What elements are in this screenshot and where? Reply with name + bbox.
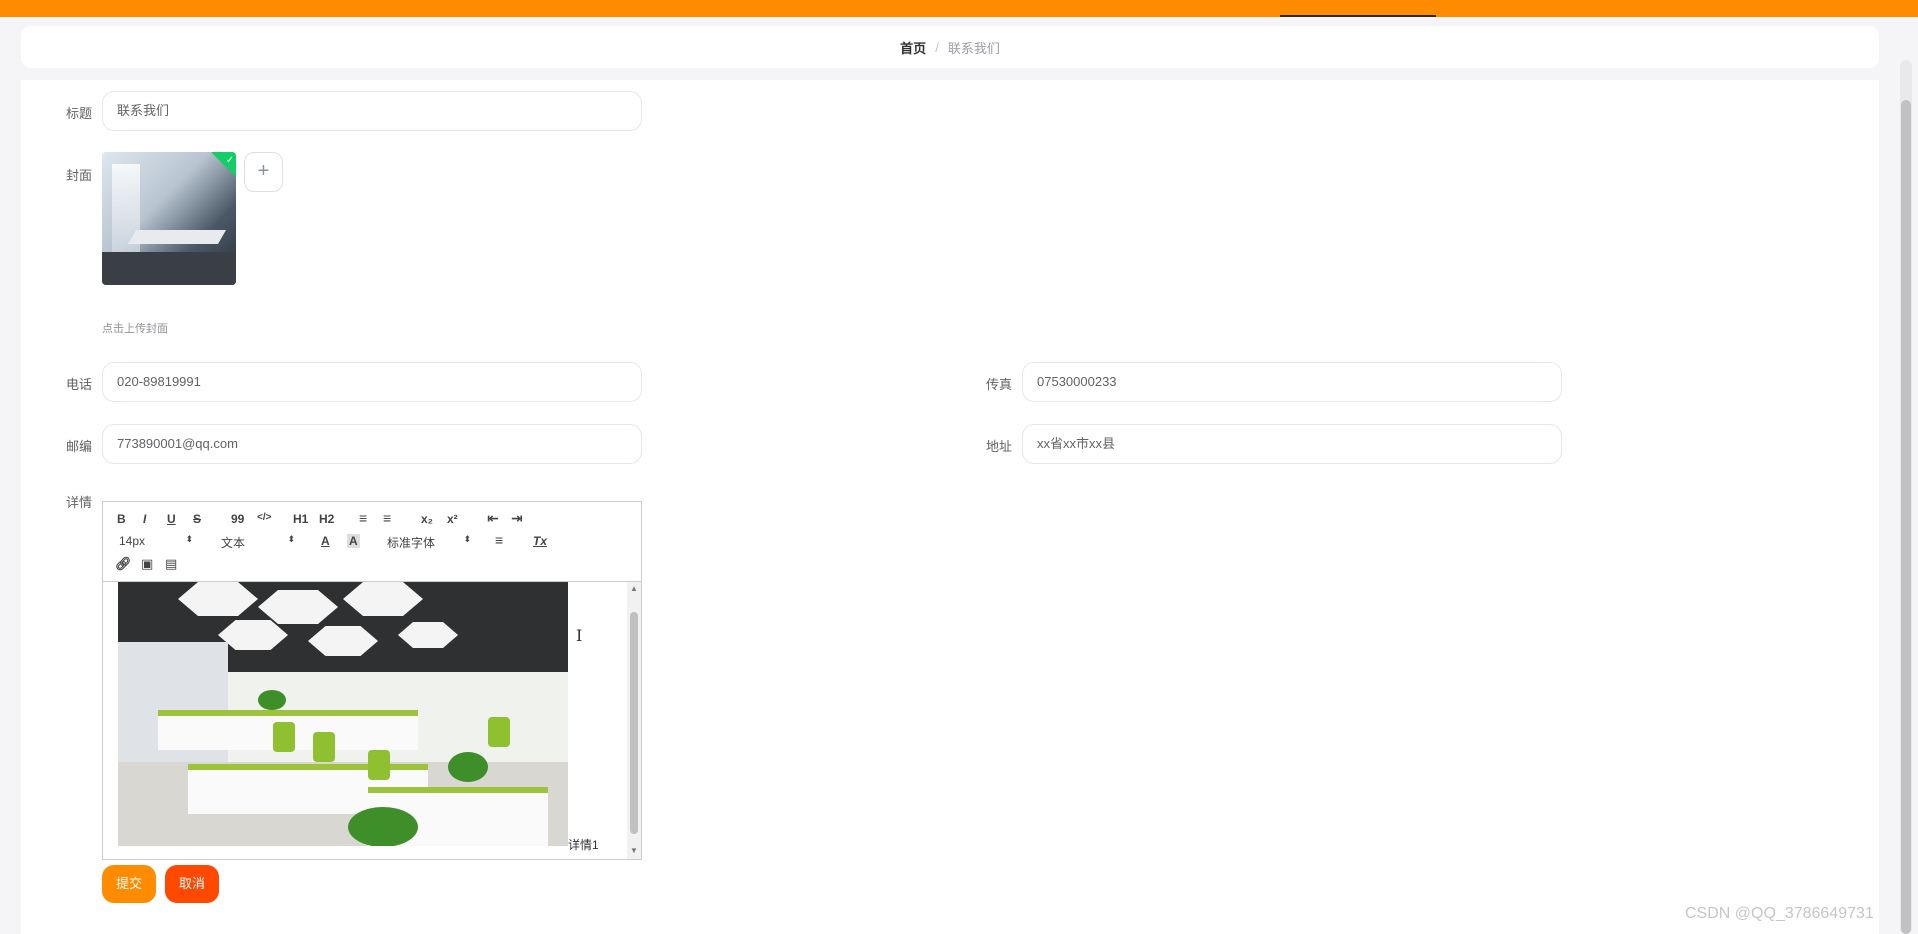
code-block-button[interactable]: </> [257,512,271,523]
watermark: CSDN @QQ_3786649731 [1685,905,1874,922]
email-input[interactable]: 773890001@qq.com [102,424,642,464]
fax-label: 传真 [985,377,1012,392]
cover-desk [127,230,227,244]
office-chair [273,722,295,752]
strike-button[interactable]: S [193,512,201,526]
image-icon[interactable]: ▣ [141,556,153,572]
top-nav-bar [0,0,1918,17]
underline-button[interactable]: U [167,512,176,526]
ordered-list-button[interactable]: ≡ [359,510,367,526]
indent-button[interactable]: ⇥ [511,510,523,527]
select-arrow-icon: ⬍ [287,534,295,544]
select-arrow-icon: ⬍ [185,534,193,544]
breadcrumb-current: 联系我们 [947,40,1000,56]
phone-input[interactable]: 020-89819991 [102,362,642,402]
header-value: 文本 [221,536,246,550]
editor-scrollbar[interactable]: ▲ ▼ [627,582,641,859]
text-cursor-icon: I [576,626,583,645]
font-family-value: 标准字体 [387,536,436,550]
font-size-value: 14px [119,534,146,548]
italic-button[interactable]: I [143,512,146,526]
clean-format-button[interactable]: Tx [533,534,547,548]
cover-image[interactable]: ✓ [102,152,236,285]
cancel-button[interactable]: 取消 [165,865,219,903]
breadcrumb-separator: / [935,39,939,55]
header-select[interactable]: 文本 ⬍ [221,534,295,550]
editor-toolbar: B I U S 99 </> H1 H2 ≡ ≡ x₂ x² ⇤ ⇥ 14px ⬍… [103,502,641,582]
scroll-up-icon[interactable]: ▲ [630,584,638,593]
page-scrollbar-thumb[interactable] [1901,100,1911,934]
office-plant [348,807,418,846]
rich-text-editor: B I U S 99 </> H1 H2 ≡ ≡ x₂ x² ⇤ ⇥ 14px ⬍… [102,501,642,860]
outdent-button[interactable]: ⇤ [487,510,499,527]
address-label: 地址 [985,439,1012,454]
office-chair [488,717,510,747]
video-icon[interactable]: ▤ [165,556,177,572]
office-chair [313,732,335,762]
breadcrumb-home[interactable]: 首页 [900,38,926,57]
editor-scrollbar-thumb[interactable] [630,612,638,834]
detail-label: 详情 [65,495,92,510]
check-icon: ✓ [225,154,235,166]
scroll-down-icon[interactable]: ▼ [630,846,638,855]
fax-input[interactable]: 07530000233 [1022,362,1562,402]
h1-button[interactable]: H1 [293,512,308,526]
link-icon[interactable]: 🔗︎ [115,556,132,572]
upload-success-badge: ✓ [210,152,236,180]
active-tab-indicator [1280,15,1436,17]
email-label: 邮编 [65,439,92,454]
select-arrow-icon: ⬍ [463,534,471,544]
subscript-button[interactable]: x₂ [421,512,433,526]
detail-text: 详情1 [568,838,599,852]
font-family-select[interactable]: 标准字体 ⬍ [387,534,471,550]
cover-label: 封面 [65,168,92,183]
align-button[interactable]: ≡ [495,532,503,548]
h2-button[interactable]: H2 [319,512,334,526]
title-input[interactable]: 联系我们 [102,91,642,131]
bullet-list-button[interactable]: ≡ [383,510,391,526]
phone-label: 电话 [65,377,92,392]
cover-hint: 点击上传封面 [102,323,168,335]
office-plant [448,752,488,782]
title-label: 标题 [65,106,92,121]
office-chair [368,750,390,780]
address-input[interactable]: xx省xx市xx县 [1022,424,1562,464]
office-plant [258,690,286,710]
submit-button[interactable]: 提交 [102,865,156,903]
breadcrumb: 首页 / 联系我们 [21,26,1879,68]
page-scrollbar[interactable] [1900,60,1912,934]
background-color-button[interactable]: A [347,534,360,548]
blockquote-button[interactable]: 99 [231,512,244,526]
add-cover-button[interactable]: + [244,152,283,192]
bold-button[interactable]: B [117,512,126,526]
cover-floor [102,252,236,285]
text-color-button[interactable]: A [321,534,330,548]
font-size-select[interactable]: 14px ⬍ [119,534,193,550]
superscript-button[interactable]: x² [447,512,458,526]
editor-content[interactable]: 详情1 I ▲ ▼ [103,582,641,859]
detail-office-image [118,582,568,846]
